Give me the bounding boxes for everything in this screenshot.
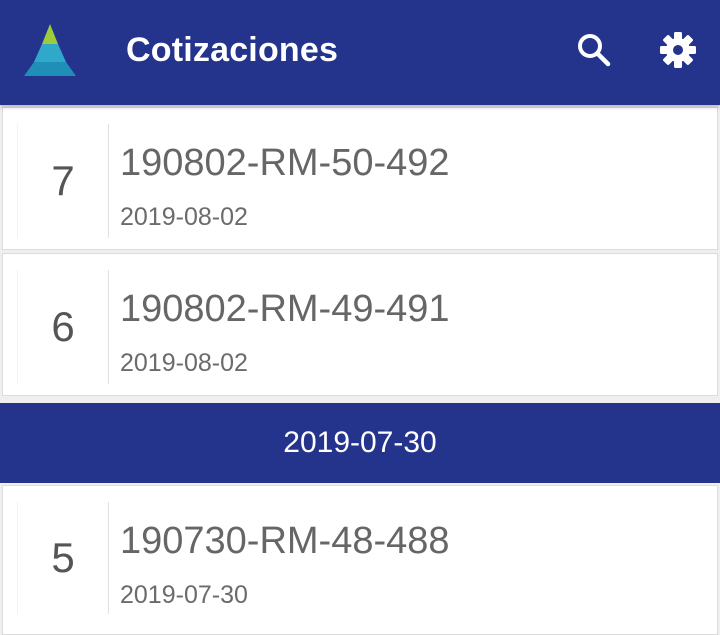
gear-icon[interactable] <box>656 28 700 72</box>
quote-card[interactable]: 7 190802-RM-50-492 2019-08-02 <box>2 107 718 250</box>
app-bar: Cotizaciones <box>0 0 720 105</box>
quote-card[interactable]: 5 190730-RM-48-488 2019-07-30 <box>2 485 718 635</box>
app-title: Cotizaciones <box>126 31 339 69</box>
quote-code: 190730-RM-48-488 <box>120 520 450 562</box>
quote-number: 5 <box>17 502 109 614</box>
date-section-header: 2019-07-30 <box>0 403 720 483</box>
quote-date: 2019-08-02 <box>120 349 248 377</box>
quote-number: 6 <box>17 270 109 384</box>
quote-code: 190802-RM-49-491 <box>120 288 450 330</box>
quote-card[interactable]: 6 190802-RM-49-491 2019-08-02 <box>2 253 718 396</box>
quote-code: 190802-RM-50-492 <box>120 142 450 184</box>
search-icon[interactable] <box>574 30 614 70</box>
quote-number: 7 <box>17 124 109 238</box>
quote-date: 2019-08-02 <box>120 203 248 231</box>
pyramid-logo-icon <box>24 24 76 76</box>
quote-date: 2019-07-30 <box>120 581 248 609</box>
